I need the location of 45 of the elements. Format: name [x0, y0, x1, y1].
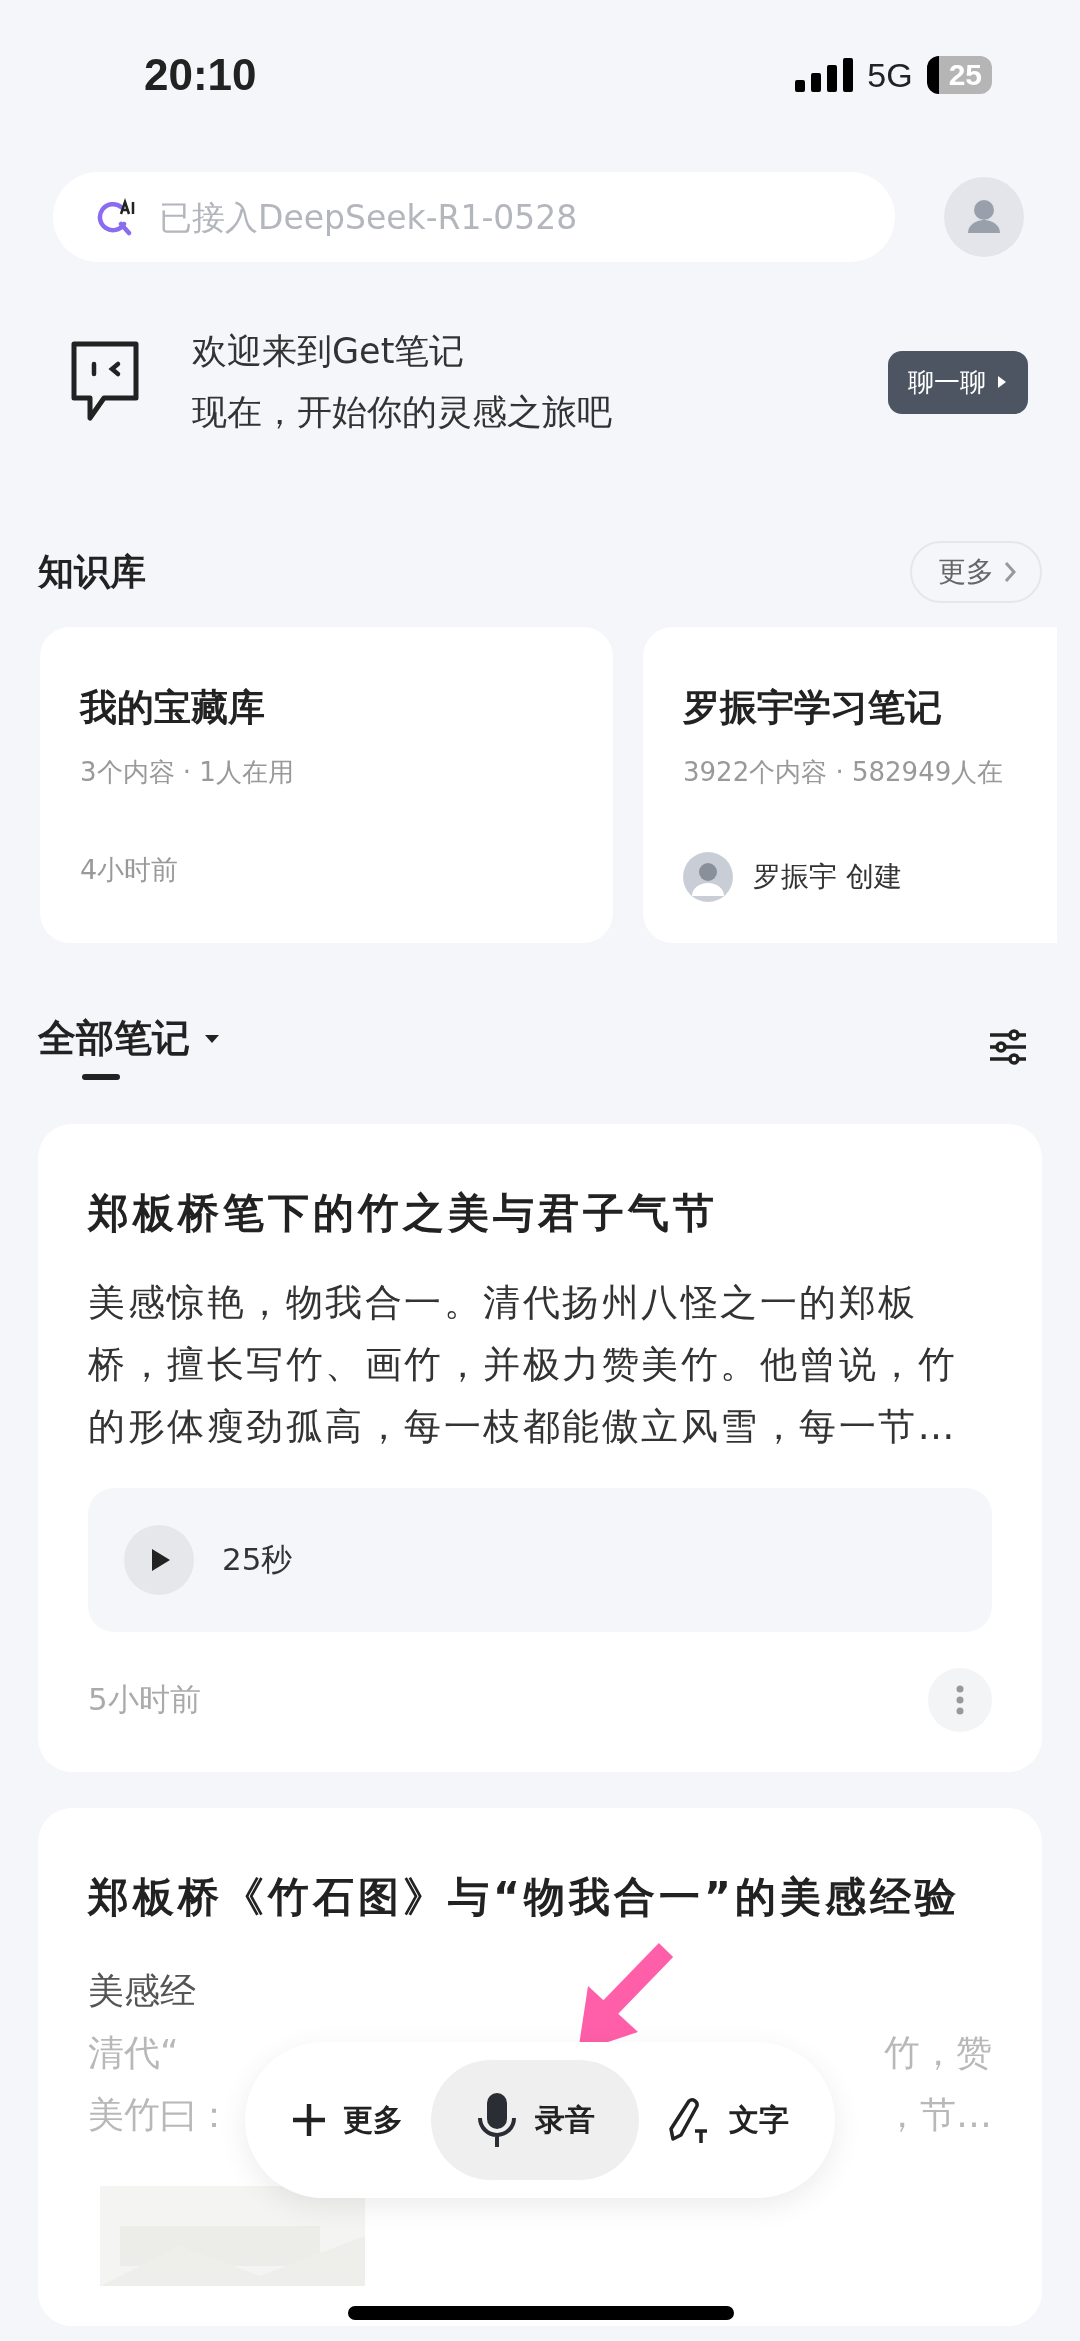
note-title: 郑板桥《竹石图》与“物我合一”的美感经验	[88, 1872, 961, 1923]
note-title: 郑板桥笔下的竹之美与君子气节	[88, 1188, 719, 1239]
note-body-fragment: 美竹曰：	[88, 2093, 232, 2137]
signal-icon	[795, 58, 854, 92]
chevron-right-icon	[1002, 560, 1018, 584]
note-time: 5小时前	[88, 1680, 201, 1719]
creator-avatar-icon	[683, 852, 733, 902]
dropdown-caret-icon	[204, 1033, 220, 1044]
note-body-fragment: 竹，赞	[884, 2031, 992, 2075]
audio-duration: 25秒	[222, 1540, 293, 1579]
chat-face-icon	[70, 340, 140, 424]
note-body-fragment: 美感经	[88, 1969, 196, 2013]
library-card[interactable]: 我的宝藏库 3个内容 · 1人在用 4小时前	[40, 627, 613, 943]
note-body-fragment: 清代“	[88, 2031, 179, 2075]
tab-underline	[82, 1074, 120, 1080]
filter-icon[interactable]	[988, 1028, 1028, 1065]
caret-icon	[996, 375, 1008, 389]
audio-player[interactable]: 25秒	[88, 1488, 992, 1632]
dock-button[interactable]: 录音	[431, 2060, 639, 2180]
plus-icon	[291, 2102, 327, 2138]
microphone-icon	[475, 2091, 519, 2149]
library-card[interactable]: 罗振宇学习笔记 3922个内容 · 582949人在 罗振宇 创建	[643, 627, 1057, 943]
dock-button[interactable]: 文字	[641, 2060, 815, 2180]
note-body-fragment: ，节…	[884, 2093, 992, 2137]
library-stats: 3个内容 · 1人在用	[80, 756, 295, 789]
more-options-icon[interactable]	[928, 1668, 992, 1732]
play-icon[interactable]	[124, 1525, 194, 1595]
section-title: 知识库	[38, 549, 146, 594]
status-time: 20:10	[144, 50, 257, 100]
chat-button[interactable]: 聊一聊	[888, 350, 1028, 414]
note-body: 美感惊艳，物我合一。清代扬州八怪之一的郑板桥，擅长写竹、画竹，并极力赞美竹。他曾说，竹的形体瘦劲孤高，每一枝都能傲立风雪，每一节…	[88, 1280, 958, 1450]
more-button[interactable]: 更多	[910, 541, 1042, 603]
network-label: 5G	[867, 55, 913, 95]
dock-button[interactable]: 更多	[265, 2060, 429, 2180]
welcome-subtitle: 现在，开始你的灵感之旅吧	[192, 391, 613, 434]
library-footer: 罗振宇 创建	[753, 858, 902, 896]
notes-tab[interactable]: 全部笔记	[38, 1013, 220, 1064]
search-field[interactable]: 已接入DeepSeek-R1-0528	[53, 172, 895, 262]
library-title: 我的宝藏库	[80, 685, 266, 731]
note-card[interactable]: 郑板桥笔下的竹之美与君子气节 美感惊艳，物我合一。清代扬州八怪之一的郑板桥，擅长写竹、画竹，并极力赞美竹。他曾说，竹的形体瘦劲孤高，每一枝都能傲立风雪，每一节… 25秒 5小时前	[38, 1124, 1042, 1772]
welcome-title: 欢迎来到Get笔记	[192, 330, 466, 373]
library-title: 罗振宇学习笔记	[683, 685, 943, 731]
battery-level: 25	[926, 56, 992, 94]
library-footer: 4小时前	[80, 852, 179, 888]
library-stats: 3922个内容 · 582949人在	[683, 756, 1005, 789]
